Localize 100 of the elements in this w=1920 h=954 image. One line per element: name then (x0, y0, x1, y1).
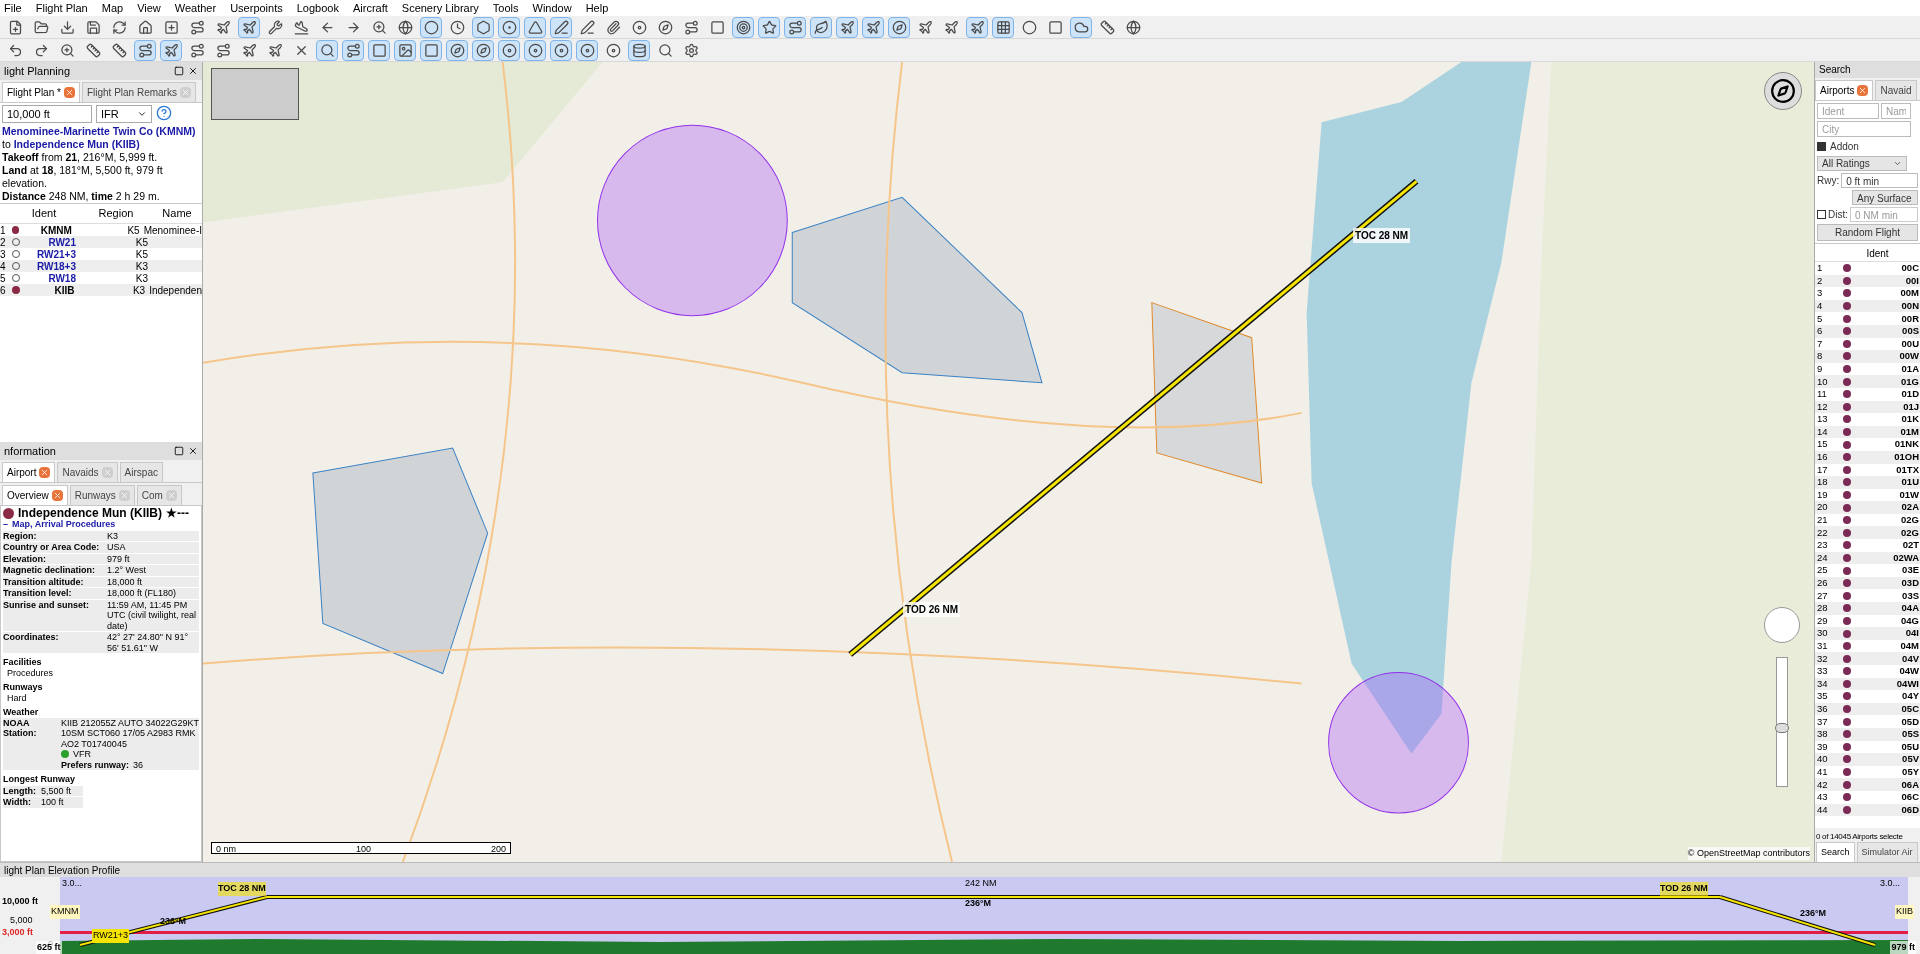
menu-item[interactable]: File (4, 0, 22, 17)
panel-title: nformation (4, 443, 56, 459)
menu-item[interactable]: Userpoints (230, 0, 283, 17)
ident-field[interactable]: Ident (1817, 103, 1879, 119)
float-icon[interactable] (174, 446, 184, 456)
table-cell-text: K3 (134, 259, 148, 274)
row-number: 5 (1816, 311, 1824, 326)
tab[interactable]: Airports (1815, 80, 1874, 100)
world-overview-map[interactable] (211, 68, 299, 120)
table-cell: 04A (1901, 601, 1920, 616)
table-cell: 04I (1905, 626, 1920, 641)
name-field[interactable]: Nam (1881, 103, 1911, 119)
property-label: NOAA Station: (3, 717, 38, 740)
menu-item[interactable]: Logbook (296, 0, 339, 17)
row-number: 41 (1816, 764, 1829, 779)
table-cell-text: K3 (131, 283, 146, 298)
menu-item[interactable]: Scenery Library (401, 0, 479, 17)
tab[interactable]: Simulator Air (1856, 842, 1918, 862)
city-field[interactable]: City (1817, 121, 1911, 137)
row-number: 37 (1816, 714, 1829, 729)
column-header[interactable]: Ident (8, 205, 80, 222)
section-heading: Facilities (3, 657, 43, 668)
row-number: 2 (0, 235, 7, 250)
distance-checkbox[interactable] (1817, 210, 1826, 219)
altitude-field[interactable]: 10,000 ft (2, 105, 92, 123)
menu-item[interactable]: Tools (492, 0, 519, 17)
menu-item[interactable]: Flight Plan (35, 0, 88, 17)
row-number: 6 (0, 283, 7, 298)
tab[interactable]: Com (136, 485, 182, 505)
property-label: Width: (3, 797, 32, 808)
property-value: 42° 27' 24.80" N 91° 56' 51.61" W (107, 632, 190, 653)
caret-icon[interactable] (137, 109, 147, 119)
table-cell-text: KIIB (53, 283, 75, 298)
row-number: 38 (1816, 727, 1829, 742)
table-cell-text: Independen (148, 283, 202, 298)
column-header[interactable]: Name (152, 205, 202, 222)
row-number: 43 (1816, 790, 1829, 805)
row-number: 35 (1816, 689, 1829, 704)
table-cell: 00M (1900, 286, 1920, 301)
tab[interactable]: Airspac (119, 462, 163, 482)
close-icon[interactable] (188, 66, 198, 76)
flight-rules-dropdown[interactable]: IFR (96, 105, 152, 123)
table-cell-text: 01M (1900, 424, 1920, 439)
table-cell: 01U (1901, 475, 1920, 490)
tab[interactable]: Airport (2, 462, 56, 482)
property-value: USA (107, 542, 126, 553)
menu-item[interactable]: Window (532, 0, 572, 17)
tab[interactable]: Navaids (57, 462, 118, 482)
airport-label: KMNM (50, 905, 80, 919)
section-heading: Runways (3, 682, 44, 693)
tab[interactable]: Navaid (1875, 80, 1917, 100)
table-cell: 06A (1901, 777, 1920, 792)
checkbox-label: Dist: (1828, 208, 1848, 222)
row-number: 26 (1816, 576, 1829, 590)
menu-item[interactable]: Help (585, 0, 609, 17)
help-icon[interactable] (156, 105, 172, 121)
table-cell: 02A (1901, 500, 1920, 515)
runway-length-field[interactable]: 0 ft min (1841, 173, 1918, 188)
addon-checkbox[interactable] (1817, 142, 1826, 151)
random-flight-button[interactable]: Random Flight (1817, 224, 1918, 241)
property-label: Transition level: (3, 588, 73, 599)
collapse-icon[interactable]: – (3, 519, 8, 530)
table-cell-text: KMNM (39, 223, 72, 238)
menu-item[interactable]: Weather (174, 0, 217, 17)
table-cell: 00W (1899, 349, 1920, 364)
table-cell-text: K3 (134, 271, 148, 286)
section-heading: Weather (3, 707, 40, 718)
tab[interactable]: Search (1816, 842, 1855, 862)
surface-dropdown[interactable]: Any Surface (1852, 190, 1918, 205)
float-icon[interactable] (174, 66, 184, 76)
table-cell: 01K (1901, 412, 1920, 427)
row-number: 9 (1816, 361, 1824, 376)
tab[interactable]: Flight Plan * (2, 82, 80, 102)
airport-icon (11, 286, 20, 294)
tab[interactable]: Runways (69, 485, 135, 505)
procedures-link[interactable]: Map, Arrival Procedures (12, 519, 116, 530)
tab[interactable]: Overview (2, 485, 68, 505)
table-cell: 03E (1902, 563, 1920, 578)
ratings-dropdown[interactable]: All Ratings (1817, 156, 1907, 171)
column-header[interactable]: Ident (1866, 246, 1889, 261)
table-cell-text: K5 (134, 247, 148, 262)
table-cell: 02T (1902, 538, 1920, 553)
row-number: 18 (1816, 475, 1829, 490)
table-cell-text: 05C (1901, 701, 1920, 716)
menu-item[interactable]: Aircraft (352, 0, 388, 17)
menu-item[interactable]: Map (101, 0, 124, 17)
row-number: 19 (1816, 487, 1829, 502)
distance-mark: 3.0... (62, 877, 82, 890)
caret-icon[interactable] (1893, 159, 1902, 168)
column-header[interactable]: Region (80, 205, 152, 222)
menu-item[interactable]: View (137, 0, 161, 17)
zoom-slider-thumb[interactable] (1775, 722, 1789, 733)
course-label: 236°M (160, 915, 187, 928)
scale-label: 200 (490, 843, 506, 853)
row-number: 36 (1816, 701, 1829, 716)
axis-label: 5,000 (10, 914, 33, 927)
row-number: 24 (1816, 550, 1829, 565)
table-cell: 03S (1902, 588, 1920, 603)
tab[interactable]: Flight Plan Remarks (81, 82, 196, 102)
close-icon[interactable] (188, 446, 198, 456)
